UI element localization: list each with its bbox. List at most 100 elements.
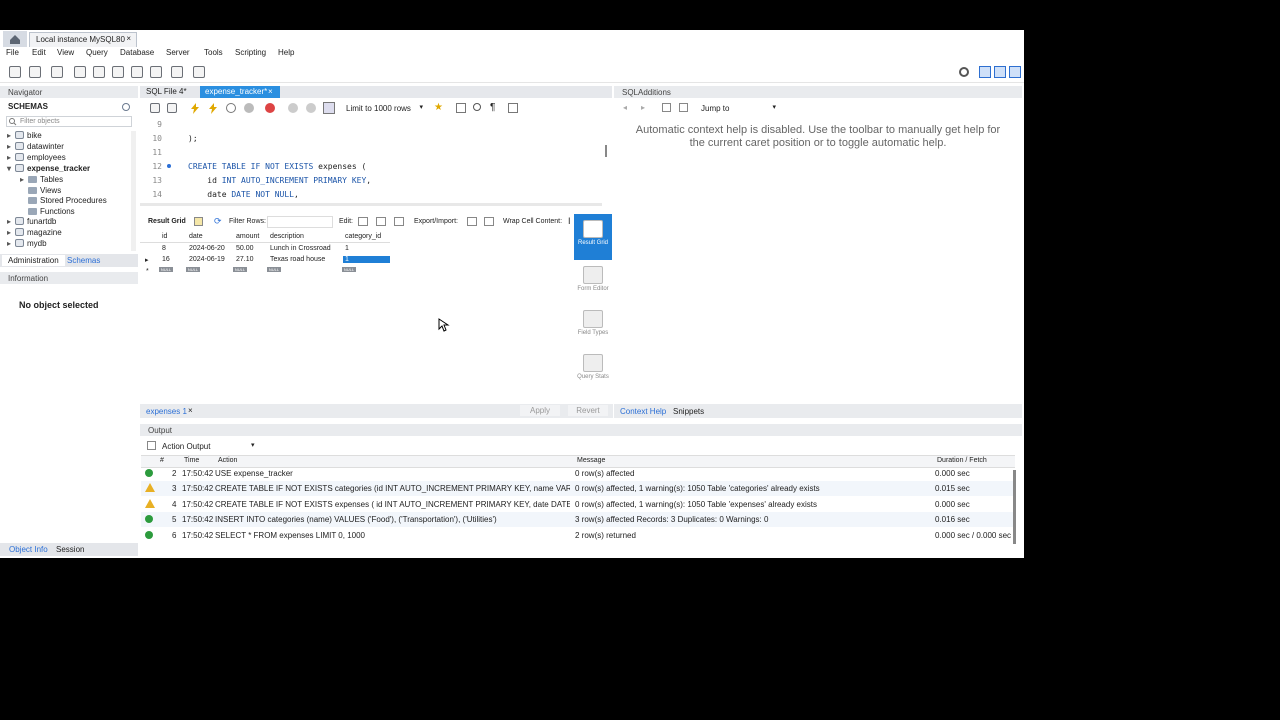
toggle-secondary-sidebar-icon[interactable] — [1009, 66, 1021, 78]
tab-sql-file-4[interactable]: SQL File 4* — [146, 87, 187, 96]
forward-icon[interactable]: ▸ — [641, 103, 645, 112]
grid-column-header-date[interactable]: date — [189, 233, 203, 240]
result-grid-button[interactable]: Result Grid — [574, 214, 612, 260]
close-icon[interactable]: × — [126, 34, 131, 43]
chevron-right-icon[interactable]: ▸ — [7, 239, 15, 248]
import-icon[interactable] — [484, 217, 494, 226]
grid-cell[interactable]: 2024-06-19 — [189, 256, 225, 263]
grid-cell[interactable]: 2024-06-20 — [189, 245, 225, 252]
schema-item-employees[interactable]: ▸ employees — [7, 153, 66, 162]
settings-gear-icon[interactable] — [959, 67, 969, 77]
apply-button[interactable]: Apply — [520, 405, 560, 416]
chevron-right-icon[interactable]: ▸ — [7, 153, 15, 162]
output-row[interactable]: 2 17:50:42 USE expense_tracker 0 row(s) aff… — [141, 466, 1015, 481]
toggle-output-icon[interactable] — [994, 66, 1006, 78]
wrap-cell-icon[interactable]: I — [568, 216, 571, 226]
menu-item-query[interactable]: Query — [82, 47, 112, 58]
filter-objects-field[interactable]: Filter objects — [6, 116, 132, 127]
code-editor[interactable]: 9 10); 11 12 CREATE TABLE IF NOT EXISTS expe… — [140, 117, 602, 203]
chevron-right-icon[interactable]: ▸ — [20, 175, 28, 184]
grid-icon[interactable] — [194, 217, 203, 226]
create-schema-icon[interactable] — [74, 66, 86, 78]
add-row-icon[interactable] — [376, 217, 386, 226]
connection-tab[interactable]: Local instance MySQL80 × — [29, 32, 137, 47]
navigator-scrollbar[interactable] — [131, 131, 136, 251]
toggle-sidebar-icon[interactable] — [979, 66, 991, 78]
chevron-right-icon[interactable]: ▸ — [7, 142, 15, 151]
null-cell[interactable]: NULL — [267, 267, 281, 272]
grid-cell[interactable]: 1 — [345, 245, 349, 252]
grid-column-header-amount[interactable]: amount — [236, 233, 259, 240]
commit-icon[interactable] — [288, 103, 298, 113]
schema-item-magazine[interactable]: ▸ magazine — [7, 228, 62, 237]
create-table-icon[interactable] — [93, 66, 105, 78]
beautify-icon[interactable]: ★ — [434, 103, 444, 113]
find-icon[interactable] — [456, 103, 466, 113]
open-file-icon[interactable] — [150, 103, 160, 113]
wrap-lines-icon[interactable] — [508, 103, 518, 113]
execute-current-icon[interactable] — [208, 103, 218, 114]
chevron-right-icon[interactable]: ▸ — [7, 228, 15, 237]
manual-help-icon[interactable] — [662, 103, 671, 112]
menu-item-help[interactable]: Help — [274, 47, 298, 58]
execute-icon[interactable] — [190, 103, 200, 114]
grid-cell[interactable]: 16 — [162, 256, 170, 263]
new-sql-tab-icon[interactable] — [9, 66, 21, 78]
grid-cell[interactable]: Texas road house — [270, 256, 325, 263]
output-row[interactable]: 3 17:50:42 CREATE TABLE IF NOT EXISTS cate… — [141, 481, 1015, 497]
create-function-icon[interactable] — [150, 66, 162, 78]
auto-help-icon[interactable] — [679, 103, 688, 112]
tab-session[interactable]: Session — [56, 545, 84, 554]
output-row[interactable]: 5 17:50:42 INSERT INTO categories (name) V… — [141, 512, 1015, 528]
schema-item-bike[interactable]: ▸ bike — [7, 131, 42, 140]
filter-rows-input[interactable] — [267, 216, 333, 228]
tab-context-help[interactable]: Context Help — [620, 407, 666, 416]
grid-cell[interactable]: 27.10 — [236, 256, 254, 263]
schema-item-funartdb[interactable]: ▸ funartdb — [7, 217, 56, 226]
tab-expenses-1[interactable]: expenses 1 — [146, 407, 187, 416]
tab-object-info[interactable]: Object Info — [9, 545, 48, 554]
editor-scrollbar[interactable] — [605, 145, 607, 157]
grid-column-header-id[interactable]: id — [162, 233, 167, 240]
schema-child-functions[interactable]: Functions — [20, 207, 75, 216]
delete-row-icon[interactable] — [394, 217, 404, 226]
schema-child-tables[interactable]: ▸ Tables — [20, 175, 63, 184]
output-selector[interactable]: Action Output ▾ — [147, 440, 259, 452]
output-scrollbar[interactable] — [1013, 470, 1016, 544]
output-copy-icon[interactable] — [147, 441, 156, 450]
grid-cell-selected[interactable]: 1 — [343, 256, 390, 263]
close-icon[interactable]: × — [268, 87, 273, 96]
output-row[interactable]: 6 17:50:42 SELECT * FROM expenses LIMIT 0,… — [141, 528, 1015, 543]
edit-row-icon[interactable] — [358, 217, 368, 226]
menu-item-database[interactable]: Database — [116, 47, 158, 58]
form-editor-button[interactable]: Form Editor — [574, 266, 612, 292]
schema-item-expense_tracker[interactable]: ▾ expense_tracker — [7, 164, 90, 173]
tab-schemas[interactable]: Schemas — [64, 256, 103, 265]
search-icon[interactable] — [473, 103, 481, 111]
close-icon[interactable]: × — [188, 406, 193, 415]
menu-item-view[interactable]: View — [53, 47, 78, 58]
grid-column-header-description[interactable]: description — [270, 233, 304, 240]
create-procedure-icon[interactable] — [131, 66, 143, 78]
reconnect-icon[interactable] — [193, 66, 205, 78]
jump-to-select[interactable]: Jump to ▾ — [698, 102, 778, 114]
open-inspector-icon[interactable] — [51, 66, 63, 78]
back-icon[interactable]: ◂ — [623, 103, 627, 112]
schema-item-mydb[interactable]: ▸ mydb — [7, 239, 47, 248]
rollback-icon[interactable] — [306, 103, 316, 113]
null-cell[interactable]: NULL — [233, 267, 247, 272]
toggle-limit-icon[interactable] — [323, 102, 335, 114]
menu-item-tools[interactable]: Tools — [200, 47, 227, 58]
schema-child-stored-procedures[interactable]: Stored Procedures — [20, 196, 107, 205]
search-table-data-icon[interactable] — [171, 66, 183, 78]
grid-column-header-category-id[interactable]: category_id — [345, 233, 381, 240]
tab-expense-tracker[interactable]: expense_tracker* × — [200, 86, 280, 98]
menu-item-file[interactable]: File — [2, 47, 23, 58]
stop-icon[interactable] — [244, 103, 254, 113]
menu-item-edit[interactable]: Edit — [28, 47, 50, 58]
field-types-button[interactable]: Field Types — [574, 310, 612, 336]
toggle-autocommit-icon[interactable] — [265, 103, 275, 113]
invisible-chars-icon[interactable]: ¶ — [490, 102, 495, 113]
grid-cell[interactable]: 8 — [162, 245, 166, 252]
tab-administration[interactable]: Administration — [2, 255, 65, 266]
